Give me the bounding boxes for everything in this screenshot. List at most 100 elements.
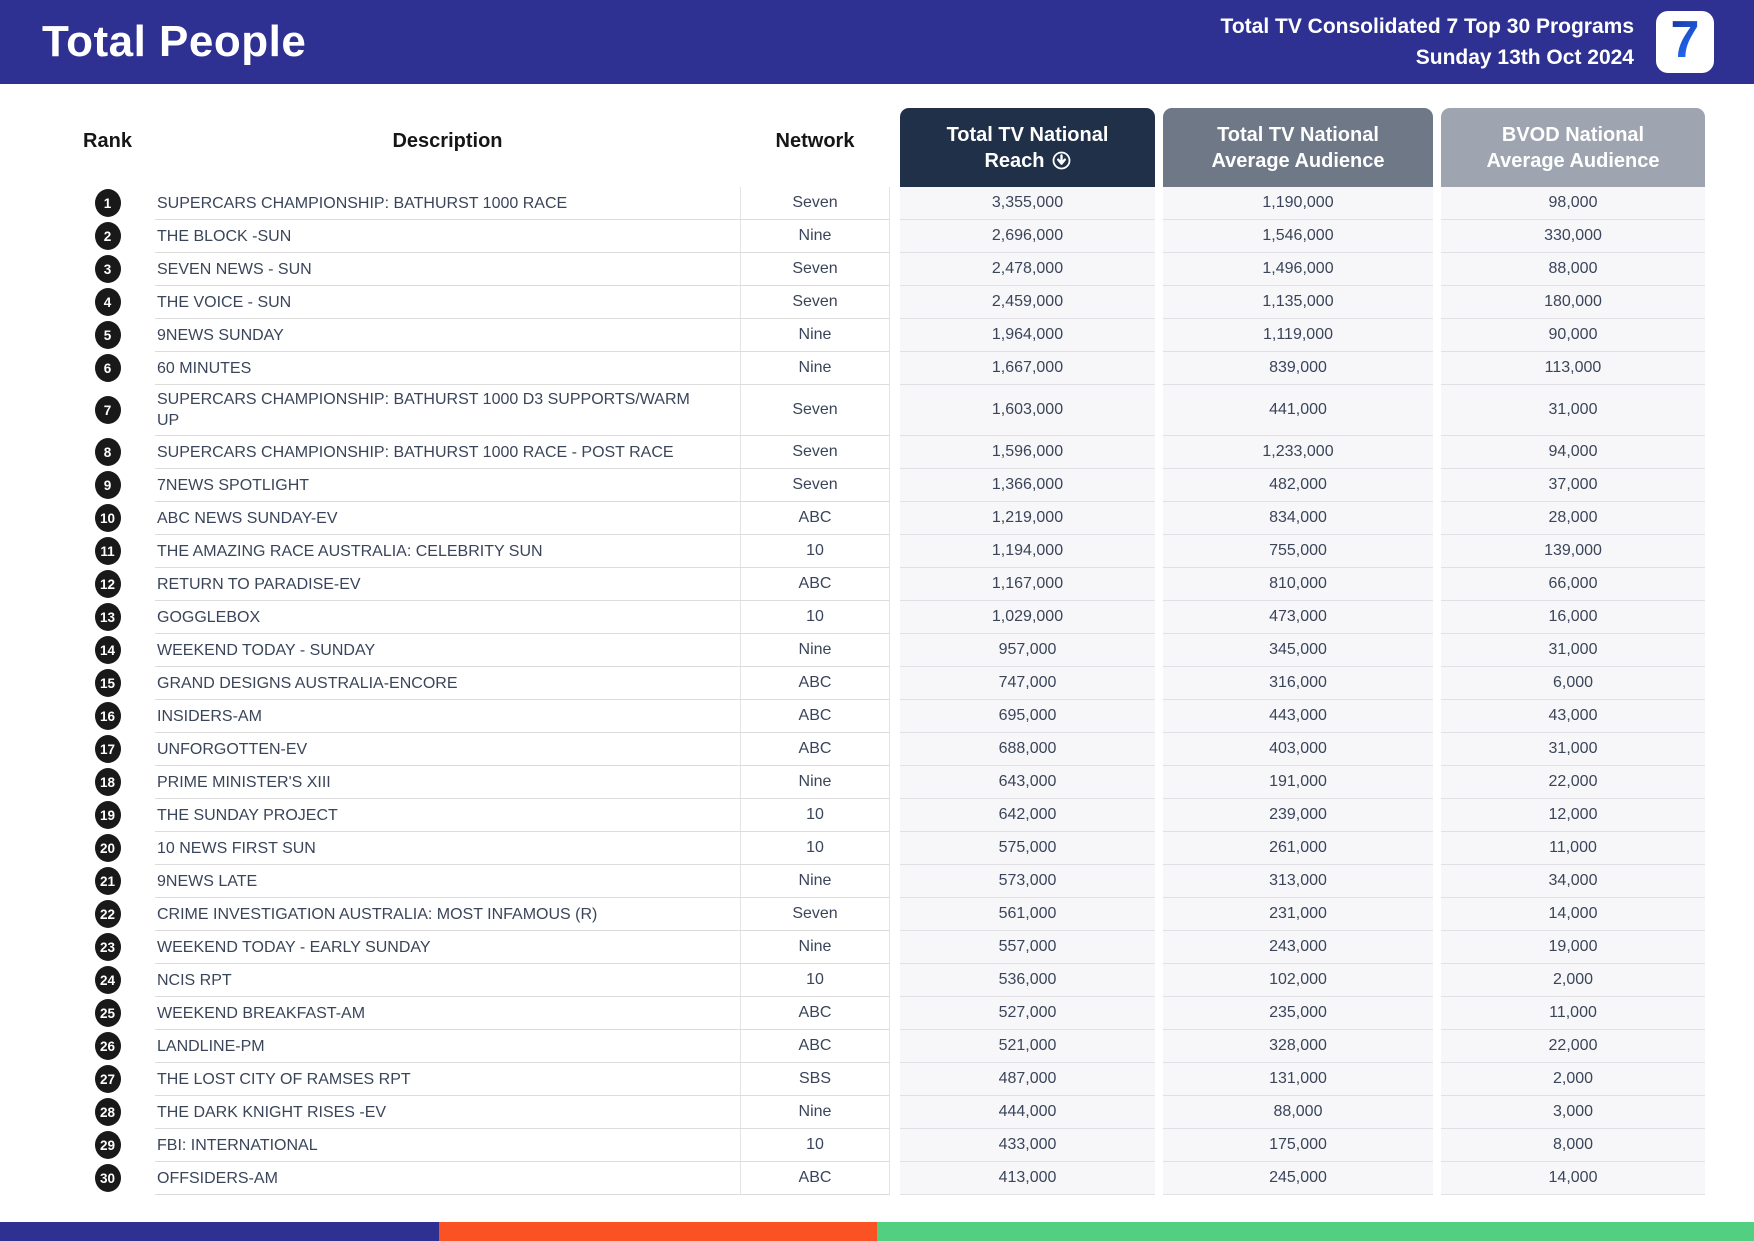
table-row: 9 7NEWS SPOTLIGHT Seven 1,366,000 482,00…: [60, 469, 1705, 502]
bvod-average-value: 3,000: [1441, 1096, 1705, 1129]
bvod-average-value: 34,000: [1441, 865, 1705, 898]
network-cell: Nine: [740, 634, 890, 667]
total-tv-average-value: 1,190,000: [1163, 187, 1433, 220]
program-description: PRIME MINISTER'S XIII: [155, 766, 740, 799]
rank-badge: 2: [94, 222, 121, 250]
network-cell: SBS: [740, 1063, 890, 1096]
bvod-average-value: 2,000: [1441, 1063, 1705, 1096]
rank-cell: 11: [60, 535, 155, 568]
rank-badge: 29: [94, 1131, 121, 1159]
bvod-average-value: 90,000: [1441, 319, 1705, 352]
table-row: 10 ABC NEWS SUNDAY-EV ABC 1,219,000 834,…: [60, 502, 1705, 535]
rank-badge: 15: [94, 669, 121, 697]
rank-cell: 18: [60, 766, 155, 799]
total-tv-reach-value: 957,000: [900, 634, 1155, 667]
rank-badge: 1: [94, 189, 121, 217]
network-cell: ABC: [740, 568, 890, 601]
bvod-average-value: 14,000: [1441, 898, 1705, 931]
total-tv-average-value: 1,233,000: [1163, 436, 1433, 469]
rank-cell: 5: [60, 319, 155, 352]
sort-descending-icon[interactable]: [1052, 151, 1071, 170]
total-tv-reach-value: 536,000: [900, 964, 1155, 997]
column-header-total-tv-reach[interactable]: Total TV National Reach: [900, 108, 1155, 187]
program-description: THE BLOCK -SUN: [155, 220, 740, 253]
rank-cell: 21: [60, 865, 155, 898]
reach-header-line1: Total TV National: [946, 123, 1109, 146]
program-description: WEEKEND TODAY - EARLY SUNDAY: [155, 931, 740, 964]
total-tv-reach-value: 747,000: [900, 667, 1155, 700]
rank-badge: 10: [94, 504, 121, 532]
bvod-average-value: 2,000: [1441, 964, 1705, 997]
total-tv-reach-value: 643,000: [900, 766, 1155, 799]
table-header-row: Rank Description Network Total TV Nation…: [60, 95, 1705, 187]
column-header-total-tv-average[interactable]: Total TV National Average Audience: [1163, 108, 1433, 187]
program-description: GOGGLEBOX: [155, 601, 740, 634]
rank-badge: 24: [94, 966, 121, 994]
table-row: 3 SEVEN NEWS - SUN Seven 2,478,000 1,496…: [60, 253, 1705, 286]
total-tv-average-value: 131,000: [1163, 1063, 1433, 1096]
column-header-bvod-average[interactable]: BVOD National Average Audience: [1441, 108, 1705, 187]
total-tv-reach-value: 688,000: [900, 733, 1155, 766]
total-tv-average-value: 102,000: [1163, 964, 1433, 997]
table-row: 7 SUPERCARS CHAMPIONSHIP: BATHURST 1000 …: [60, 385, 1705, 436]
total-tv-average-value: 88,000: [1163, 1096, 1433, 1129]
table-row: 1 SUPERCARS CHAMPIONSHIP: BATHURST 1000 …: [60, 187, 1705, 220]
total-tv-reach-value: 1,194,000: [900, 535, 1155, 568]
table-row: 28 THE DARK KNIGHT RISES -EV Nine 444,00…: [60, 1096, 1705, 1129]
rank-cell: 1: [60, 187, 155, 220]
network-cell: 10: [740, 832, 890, 865]
program-description: CRIME INVESTIGATION AUSTRALIA: MOST INFA…: [155, 898, 740, 931]
reach-header-line2: Reach: [984, 149, 1045, 172]
rank-cell: 30: [60, 1162, 155, 1195]
total-tv-reach-value: 575,000: [900, 832, 1155, 865]
network-cell: ABC: [740, 1162, 890, 1195]
rank-badge: 8: [94, 438, 121, 466]
rank-cell: 24: [60, 964, 155, 997]
total-tv-average-value: 316,000: [1163, 667, 1433, 700]
rank-cell: 17: [60, 733, 155, 766]
table-row: 25 WEEKEND BREAKFAST-AM ABC 527,000 235,…: [60, 997, 1705, 1030]
top-banner: Total People Total TV Consolidated 7 Top…: [0, 0, 1754, 84]
rank-cell: 8: [60, 436, 155, 469]
program-description: THE SUNDAY PROJECT: [155, 799, 740, 832]
table-row: 26 LANDLINE-PM ABC 521,000 328,000 22,00…: [60, 1030, 1705, 1063]
rank-cell: 27: [60, 1063, 155, 1096]
total-tv-average-value: 473,000: [1163, 601, 1433, 634]
rank-cell: 12: [60, 568, 155, 601]
bvod-average-value: 113,000: [1441, 352, 1705, 385]
network-cell: ABC: [740, 1030, 890, 1063]
bvod-average-value: 22,000: [1441, 1030, 1705, 1063]
rank-cell: 15: [60, 667, 155, 700]
total-tv-reach-value: 444,000: [900, 1096, 1155, 1129]
bvod-average-value: 16,000: [1441, 601, 1705, 634]
rank-cell: 28: [60, 1096, 155, 1129]
network-cell: Nine: [740, 319, 890, 352]
rank-cell: 26: [60, 1030, 155, 1063]
network-cell: ABC: [740, 502, 890, 535]
rank-cell: 3: [60, 253, 155, 286]
program-description: ABC NEWS SUNDAY-EV: [155, 502, 740, 535]
network-cell: ABC: [740, 997, 890, 1030]
total-tv-average-value: 328,000: [1163, 1030, 1433, 1063]
rank-cell: 14: [60, 634, 155, 667]
table-row: 21 9NEWS LATE Nine 573,000 313,000 34,00…: [60, 865, 1705, 898]
bvod-average-value: 8,000: [1441, 1129, 1705, 1162]
program-description: 9NEWS SUNDAY: [155, 319, 740, 352]
program-description: THE DARK KNIGHT RISES -EV: [155, 1096, 740, 1129]
rank-cell: 4: [60, 286, 155, 319]
rank-badge: 26: [94, 1032, 121, 1060]
bvod-average-value: 11,000: [1441, 832, 1705, 865]
program-description: NCIS RPT: [155, 964, 740, 997]
program-description: 7NEWS SPOTLIGHT: [155, 469, 740, 502]
seven-logo-glyph: 7: [1670, 11, 1700, 69]
bvod-average-value: 37,000: [1441, 469, 1705, 502]
table-row: 6 60 MINUTES Nine 1,667,000 839,000 113,…: [60, 352, 1705, 385]
table-row: 8 SUPERCARS CHAMPIONSHIP: BATHURST 1000 …: [60, 436, 1705, 469]
total-tv-reach-value: 573,000: [900, 865, 1155, 898]
total-tv-average-value: 245,000: [1163, 1162, 1433, 1195]
program-description: THE LOST CITY OF RAMSES RPT: [155, 1063, 740, 1096]
bvod-average-value: 22,000: [1441, 766, 1705, 799]
network-cell: 10: [740, 1129, 890, 1162]
rank-badge: 17: [94, 735, 121, 763]
total-tv-reach-value: 2,459,000: [900, 286, 1155, 319]
